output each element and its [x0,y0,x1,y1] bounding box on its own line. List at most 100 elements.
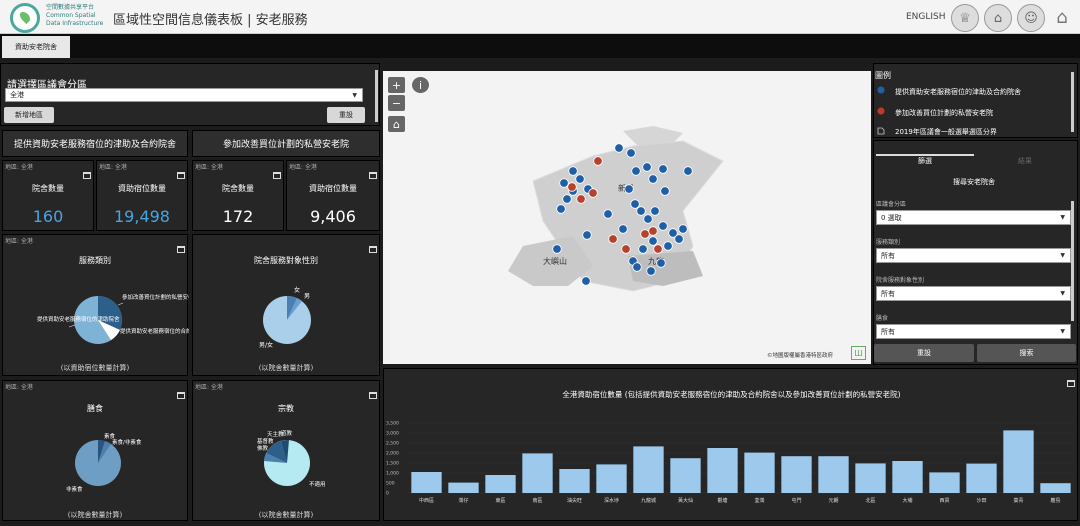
home-icon[interactable]: ⌂ [1050,6,1074,28]
reset-button[interactable]: 重設 [327,107,365,123]
info-button[interactable]: i [412,77,429,93]
subsidised-home-marker[interactable] [674,234,684,244]
add-district-button[interactable]: 新增地區 [4,107,54,123]
subsidised-home-marker[interactable] [556,204,566,214]
subsidised-home-marker[interactable] [575,174,585,184]
subsidised-home-marker[interactable] [614,143,624,153]
subsidised-home-marker[interactable] [650,206,660,216]
subsidised-home-marker[interactable] [638,244,648,254]
bar-北區[interactable] [855,463,886,493]
subsidised-home-marker[interactable] [646,266,656,276]
private-home-marker[interactable] [640,229,650,239]
tab-subsidised-homes[interactable]: 資助安老院舍 [2,36,70,58]
subsidised-home-marker[interactable] [631,166,641,176]
trophy-icon[interactable]: ♕ [951,4,979,32]
subsidised-home-marker[interactable] [660,186,670,196]
subsidised-home-marker[interactable] [630,199,640,209]
pie-label: 男/女 [259,341,273,349]
scrollbar[interactable] [1071,201,1074,321]
bar-西貢[interactable] [929,472,960,493]
kpi-label: 院舍數量 [222,184,254,193]
private-home-marker[interactable] [588,188,598,198]
gender-select[interactable]: 所有 ▼ [876,286,1071,301]
private-home-marker[interactable] [576,194,586,204]
x-tick-label: 灣仔 [458,497,468,504]
private-home-marker[interactable] [593,156,603,166]
district-select[interactable]: 全港 ▼ [5,88,363,102]
bar-沙田[interactable] [966,463,997,493]
x-tick-label: 葵青 [1013,497,1023,504]
scrollbar[interactable] [375,70,378,122]
section-header-private: 參加改善買位計劃的私營安老院 [192,130,380,157]
private-home-marker[interactable] [608,234,618,244]
subsidised-home-marker[interactable] [642,162,652,172]
x-tick-label: 觀塘 [717,497,727,504]
private-home-marker[interactable] [648,226,658,236]
bar-南區[interactable] [522,453,553,493]
bar-深水埗[interactable] [596,464,627,493]
scrollbar[interactable] [1071,72,1074,132]
subsidised-home-marker[interactable] [678,224,688,234]
subsidised-home-marker[interactable] [568,166,578,176]
private-home-marker[interactable] [567,182,577,192]
subsidised-home-marker[interactable] [632,262,642,272]
subsidised-home-marker[interactable] [648,174,658,184]
bar-灣仔[interactable] [448,482,479,493]
subsidised-home-marker[interactable] [618,224,628,234]
subsidised-home-marker[interactable] [624,184,634,194]
maximize-icon[interactable] [83,172,91,179]
private-home-marker[interactable] [653,244,663,254]
y-tick-label: 3,500 [386,421,399,427]
bar-九龍城[interactable] [633,446,664,493]
maximize-icon[interactable] [369,172,377,179]
subsidised-home-marker[interactable] [562,194,572,204]
bar-黃大仙[interactable] [670,458,701,493]
subsidised-home-marker[interactable] [559,178,569,188]
private-home-marker[interactable] [621,244,631,254]
subsidised-home-marker[interactable] [626,148,636,158]
bar-東區[interactable] [485,475,516,493]
x-tick-label: 北區 [865,497,875,504]
subsidised-home-marker[interactable] [582,230,592,240]
person-icon[interactable]: ☺ [1017,4,1045,32]
subsidised-home-marker[interactable] [683,166,693,176]
bar-荃灣[interactable] [744,452,775,493]
subsidised-home-marker[interactable] [656,258,666,268]
bar-元朗[interactable] [818,456,849,493]
csdi-logo[interactable] [10,3,40,33]
x-tick-label: 油尖旺 [567,497,582,504]
maximize-icon[interactable] [177,172,185,179]
house-icon[interactable]: ⌂ [984,4,1012,32]
subsidised-home-marker[interactable] [658,164,668,174]
subsidised-home-marker[interactable] [581,276,591,286]
filter-search-button[interactable]: 搜索 [977,344,1076,362]
map-view[interactable]: 新界 大嶼山 九龍 + − ⌂ i ©地圖版權屬香港特區政府 Ш [383,71,871,364]
subsidised-home-marker[interactable] [643,214,653,224]
bar-油尖旺[interactable] [559,469,590,493]
bar-中西區[interactable] [411,472,442,493]
boundary-icon [877,127,885,135]
bar-離島[interactable] [1040,483,1071,493]
service-type-select[interactable]: 所有 ▼ [876,248,1071,263]
subsidised-home-marker[interactable] [648,236,658,246]
language-toggle[interactable]: ENGLISH [906,12,946,22]
home-extent-button[interactable]: ⌂ [388,116,405,132]
tab-filter[interactable]: 篩選 [876,156,974,166]
filter-reset-button[interactable]: 重設 [874,344,974,362]
subsidised-home-marker[interactable] [658,221,668,231]
bar-葵青[interactable] [1003,430,1034,493]
subsidised-home-marker[interactable] [663,241,673,251]
subsidised-home-marker[interactable] [603,209,613,219]
maximize-icon[interactable] [273,172,281,179]
bar-屯門[interactable] [781,456,812,493]
zoom-in-button[interactable]: + [388,77,405,93]
subsidised-home-marker[interactable] [552,244,562,254]
meals-select[interactable]: 所有 ▼ [876,324,1071,339]
pie-label: 女 [294,286,300,294]
zoom-out-button[interactable]: − [388,95,405,111]
district-filter-select[interactable]: 0 選取 ▼ [876,210,1071,225]
subsidised-home-marker[interactable] [636,206,646,216]
tab-results[interactable]: 結果 [976,156,1074,166]
bar-大埔[interactable] [892,461,923,493]
bar-觀塘[interactable] [707,448,738,493]
